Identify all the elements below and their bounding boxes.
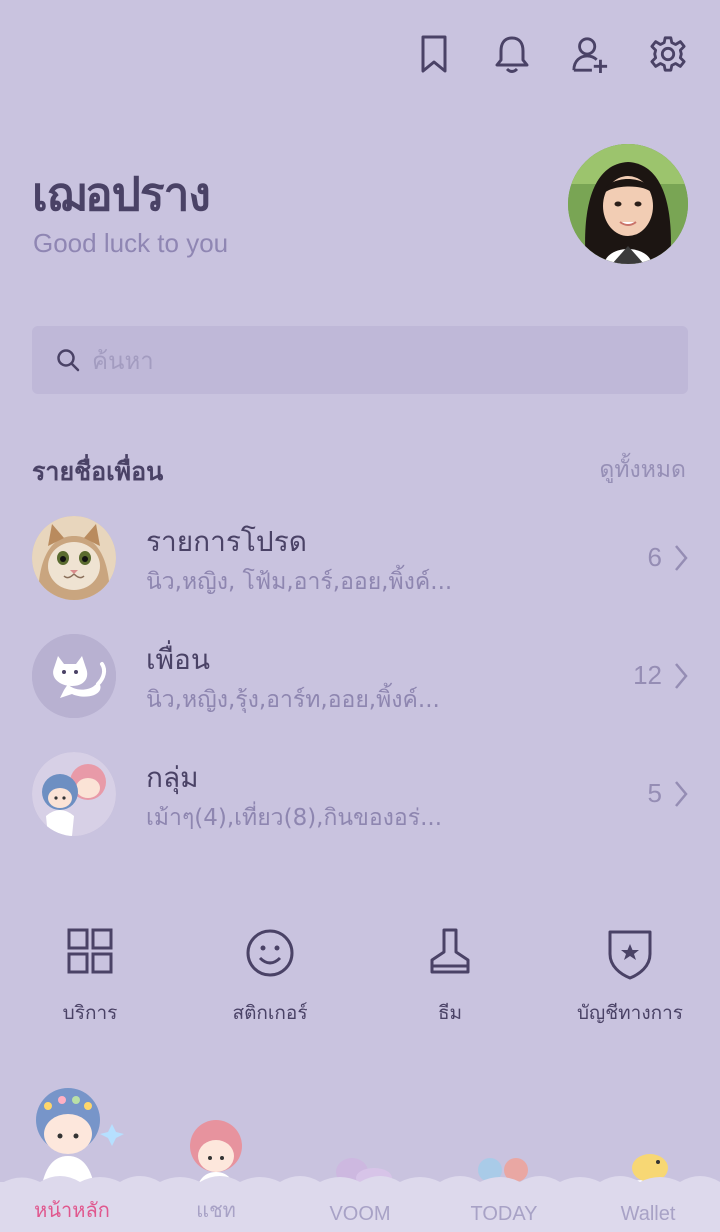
chevron-right-icon [675, 663, 688, 689]
list-item-subtitle: นิว,หญิง, โฟ้ม,อาร์,ออย,พิ้งค์... [146, 569, 453, 595]
profile-status[interactable]: Good luck to you [33, 228, 228, 259]
tab-chat[interactable]: แชท [144, 1194, 288, 1226]
shortcut-official-accounts[interactable]: บัญชีทางการ [540, 924, 720, 1028]
list-item-groups[interactable]: กลุ่ม เม้าๆ(4),เที่ยว(8),กินของอร่... 5 [32, 752, 688, 838]
bookmark-icon[interactable] [414, 30, 454, 78]
top-bar [414, 30, 688, 78]
list-item-friends[interactable]: เพื่อน นิว,หญิง,รุ้ง,อาร์ท,ออย,พิ้งค์...… [32, 634, 688, 720]
bell-icon[interactable] [492, 30, 532, 78]
shortcut-themes[interactable]: ธีม [360, 924, 540, 1028]
profile-name[interactable]: เฌอปราง [32, 158, 211, 231]
tab-voom[interactable]: VOOM [288, 1203, 432, 1226]
chevron-right-icon [675, 781, 688, 807]
bottom-tab-bar: หน้าหลัก แชท VOOM TODAY Wallet [0, 1176, 720, 1232]
shield-star-icon [608, 930, 652, 980]
list-item-subtitle: เม้าๆ(4),เที่ยว(8),กินของอร่... [146, 805, 443, 831]
list-item-count: 12 [633, 660, 662, 690]
smiley-icon [246, 929, 294, 977]
list-item-subtitle: นิว,หญิง,รุ้ง,อาร์ท,ออย,พิ้งค์... [146, 687, 440, 713]
list-item-title: เพื่อน [146, 643, 210, 676]
search-bar[interactable]: ค้นหา [32, 326, 688, 394]
tab-wallet[interactable]: Wallet [576, 1203, 720, 1226]
list-item-count: 5 [647, 778, 662, 808]
tab-home[interactable]: หน้าหลัก [0, 1194, 144, 1226]
profile-avatar[interactable] [568, 144, 688, 264]
list-item-title: รายการโปรด [146, 525, 307, 558]
tab-today[interactable]: TODAY [432, 1203, 576, 1226]
search-input[interactable]: ค้นหา [92, 341, 154, 380]
shortcut-label: ธีม [437, 1002, 463, 1024]
groups-thumbnail [32, 752, 116, 836]
see-all-link[interactable]: ดูทั้งหมด [599, 452, 686, 488]
friends-section-title: รายชื่อเพื่อน [32, 457, 164, 486]
shortcut-label: สติกเกอร์ [232, 1002, 308, 1024]
settings-icon[interactable] [648, 30, 688, 78]
friends-thumbnail [32, 634, 116, 718]
list-item-favorites[interactable]: รายการโปรด นิว,หญิง, โฟ้ม,อาร์,ออย,พิ้งค… [32, 516, 688, 602]
shortcuts: บริการ สติกเกอร์ ธีม บัญชีทางการ [0, 924, 720, 1034]
shortcut-stickers[interactable]: สติกเกอร์ [180, 924, 360, 1028]
brush-icon [430, 928, 470, 974]
chevron-right-icon [675, 545, 688, 571]
shortcut-label: บริการ [62, 1002, 118, 1024]
list-item-title: กลุ่ม [146, 761, 199, 794]
cloud-decoration [0, 1176, 720, 1196]
favorites-thumbnail [32, 516, 116, 600]
shortcut-label: บัญชีทางการ [577, 1002, 683, 1024]
list-item-count: 6 [647, 542, 662, 572]
grid-icon [67, 928, 113, 974]
add-friend-icon[interactable] [570, 30, 610, 78]
shortcut-services[interactable]: บริการ [0, 924, 180, 1028]
search-icon [57, 349, 80, 372]
